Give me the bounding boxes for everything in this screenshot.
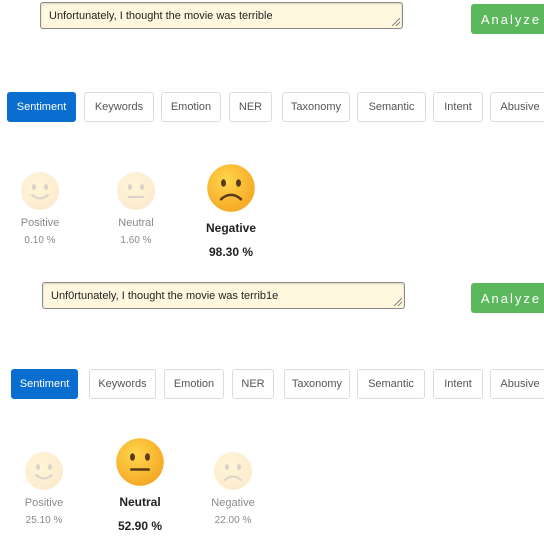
result-negative: Negative 22.00 % bbox=[193, 448, 273, 526]
tab-emotion[interactable]: Emotion bbox=[161, 92, 221, 122]
tab-semantic[interactable]: Semantic bbox=[357, 92, 426, 122]
frown-face-icon bbox=[207, 164, 255, 212]
result-percent: 98.30 % bbox=[208, 245, 254, 259]
result-positive: Positive 0.10 % bbox=[0, 168, 80, 246]
tab-intent[interactable]: Intent bbox=[433, 369, 483, 399]
result-label: Negative bbox=[205, 221, 257, 235]
tab-bar: Sentiment Keywords Emotion NER Taxonomy … bbox=[0, 92, 544, 122]
resize-grip-icon[interactable] bbox=[392, 18, 400, 26]
analysis-panel-2: Unf0rtunately, I thought the movie was t… bbox=[0, 270, 544, 540]
tab-taxonomy[interactable]: Taxonomy bbox=[284, 369, 350, 399]
frown-face-icon bbox=[214, 452, 252, 490]
result-label: Neutral bbox=[118, 217, 154, 229]
neutral-face-icon bbox=[116, 438, 164, 486]
result-label: Neutral bbox=[119, 495, 161, 509]
tab-emotion[interactable]: Emotion bbox=[164, 369, 224, 399]
result-negative: Negative 98.30 % bbox=[191, 163, 271, 259]
tab-sentiment[interactable]: Sentiment bbox=[11, 369, 78, 399]
result-percent: 1.60 % bbox=[120, 235, 152, 246]
result-label: Positive bbox=[20, 217, 60, 229]
smile-face-icon bbox=[21, 172, 59, 210]
text-input-value: Unf0rtunately, I thought the movie was t… bbox=[51, 290, 279, 302]
analyze-button[interactable]: Analyze bbox=[471, 4, 544, 34]
analysis-panel-1: Unfortunately, I thought the movie was t… bbox=[0, 0, 544, 270]
tab-bar: Sentiment Keywords Emotion NER Taxonomy … bbox=[0, 369, 544, 399]
result-percent: 22.00 % bbox=[214, 515, 252, 526]
analyze-button[interactable]: Analyze bbox=[471, 283, 544, 313]
resize-grip-icon[interactable] bbox=[394, 298, 402, 306]
result-percent: 52.90 % bbox=[117, 519, 163, 533]
result-label: Negative bbox=[211, 497, 255, 509]
result-neutral: Neutral 52.90 % bbox=[100, 437, 180, 533]
result-positive: Positive 25.10 % bbox=[4, 448, 84, 526]
tab-ner[interactable]: NER bbox=[232, 369, 274, 399]
result-neutral: Neutral 1.60 % bbox=[96, 168, 176, 246]
result-label: Positive bbox=[24, 497, 64, 509]
tab-ner[interactable]: NER bbox=[229, 92, 272, 122]
tab-keywords[interactable]: Keywords bbox=[84, 92, 154, 122]
text-input[interactable]: Unfortunately, I thought the movie was t… bbox=[40, 2, 403, 29]
smile-face-icon bbox=[25, 452, 63, 490]
tab-abusive[interactable]: Abusive bbox=[490, 92, 544, 122]
tab-sentiment[interactable]: Sentiment bbox=[7, 92, 76, 122]
tab-taxonomy[interactable]: Taxonomy bbox=[282, 92, 350, 122]
text-input[interactable]: Unf0rtunately, I thought the movie was t… bbox=[42, 282, 405, 309]
result-percent: 25.10 % bbox=[25, 515, 63, 526]
neutral-face-icon bbox=[117, 172, 155, 210]
tab-abusive[interactable]: Abusive bbox=[490, 369, 544, 399]
tab-intent[interactable]: Intent bbox=[433, 92, 483, 122]
text-input-value: Unfortunately, I thought the movie was t… bbox=[49, 10, 273, 22]
tab-semantic[interactable]: Semantic bbox=[357, 369, 425, 399]
result-percent: 0.10 % bbox=[24, 235, 56, 246]
tab-keywords[interactable]: Keywords bbox=[89, 369, 156, 399]
